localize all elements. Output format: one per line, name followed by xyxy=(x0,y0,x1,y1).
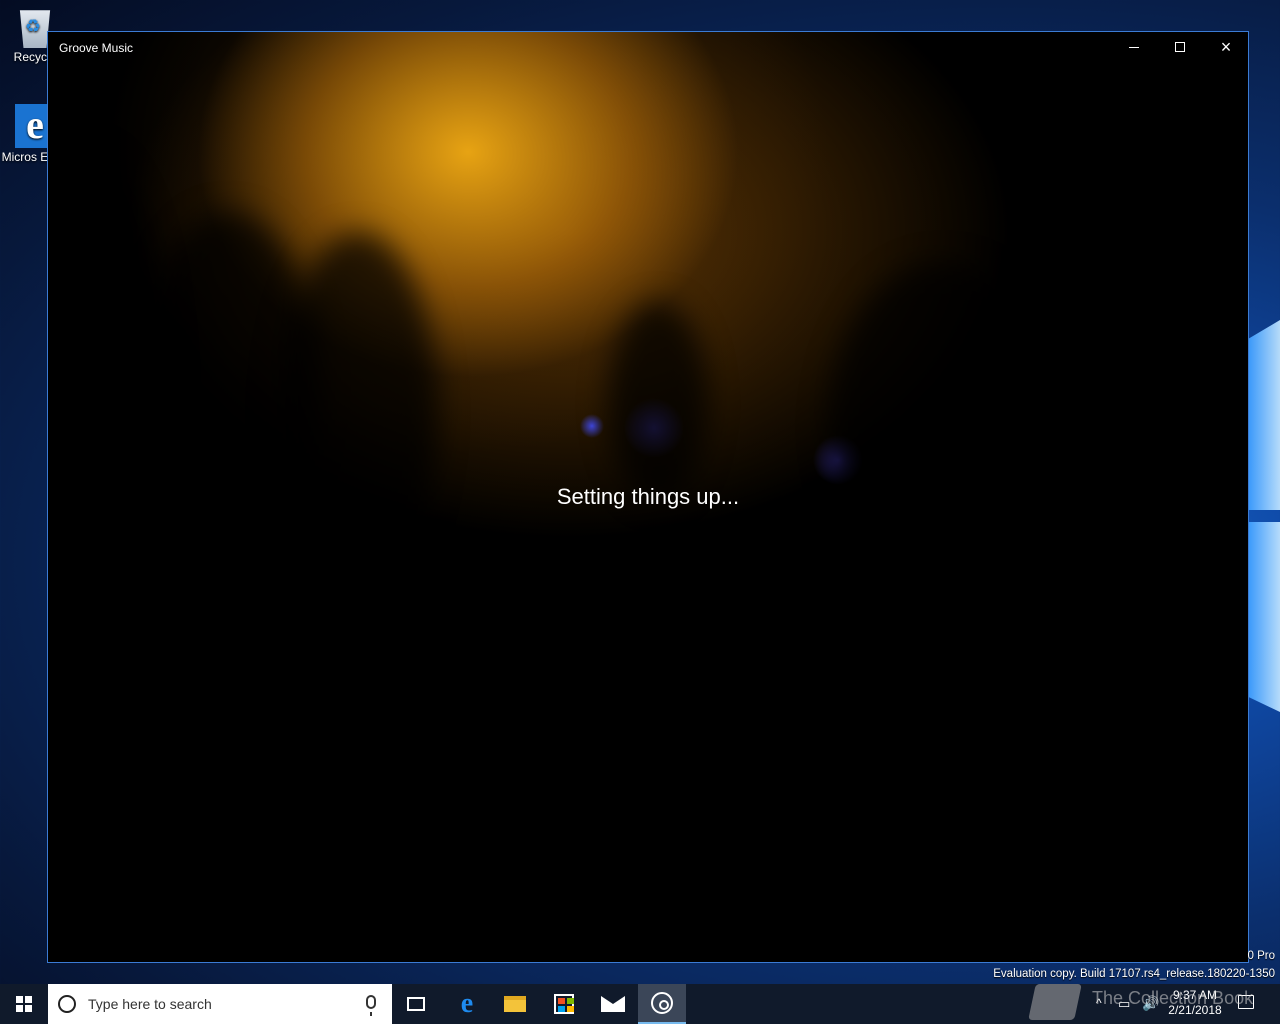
task-view-icon xyxy=(407,997,425,1011)
groove-music-window[interactable]: Groove Music × Setting things up... xyxy=(47,31,1249,963)
title-bar[interactable]: Groove Music × xyxy=(48,32,1248,64)
store-icon xyxy=(554,994,574,1014)
taskbar-store-button[interactable] xyxy=(540,984,588,1024)
edge-icon: e xyxy=(460,988,474,1019)
maximize-button[interactable] xyxy=(1157,32,1203,62)
setup-status-text: Setting things up... xyxy=(556,484,740,509)
groove-music-icon xyxy=(651,992,673,1014)
maximize-icon xyxy=(1175,42,1185,52)
book-icon xyxy=(1028,984,1082,1020)
taskbar-groove-music-button[interactable] xyxy=(638,984,686,1024)
taskbar-file-explorer-button[interactable] xyxy=(491,984,539,1024)
search-placeholder: Type here to search xyxy=(88,996,212,1012)
windows-icon xyxy=(16,996,32,1012)
window-title: Groove Music xyxy=(59,41,134,55)
build-watermark: Evaluation copy. Build 17107.rs4_release… xyxy=(993,968,1275,980)
start-button[interactable] xyxy=(0,984,48,1024)
folder-icon xyxy=(504,996,526,1012)
overlay-label: The Collection Book xyxy=(1092,988,1254,1008)
collection-book-overlay: The Collection Book xyxy=(1028,982,1280,1024)
task-view-button[interactable] xyxy=(392,984,440,1024)
search-box[interactable]: Type here to search xyxy=(48,984,392,1024)
minimize-button[interactable] xyxy=(1111,32,1157,62)
taskbar-edge-button[interactable]: e xyxy=(443,984,491,1024)
mail-icon xyxy=(601,996,625,1012)
edition-watermark: 0 Pro xyxy=(1247,950,1276,962)
close-button[interactable]: × xyxy=(1203,32,1248,62)
minimize-icon xyxy=(1129,46,1139,48)
taskbar-mail-button[interactable] xyxy=(589,984,637,1024)
microphone-icon[interactable] xyxy=(366,995,376,1016)
cortana-icon xyxy=(58,995,76,1013)
windows-logo-wallpaper xyxy=(1248,300,1280,720)
close-icon: × xyxy=(1220,37,1232,57)
